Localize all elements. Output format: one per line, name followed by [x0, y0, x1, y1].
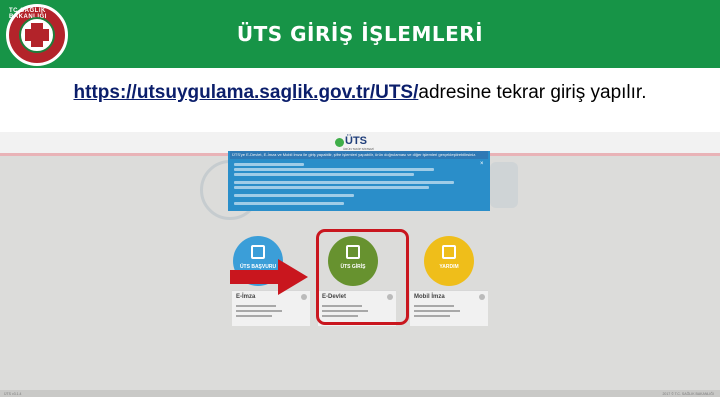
- popup-header: ÜTS'ye E-Devlet, E-İmza ve Mobil İmza il…: [230, 151, 488, 159]
- footer-version: ÜTS v3.1.4: [4, 392, 22, 396]
- popup-header-text: ÜTS'ye E-Devlet, E-İmza ve Mobil İmza il…: [232, 152, 477, 157]
- yardim-button[interactable]: YARDIM: [424, 236, 474, 286]
- slide-title: ÜTS GİRİŞ İŞLEMLERİ: [236, 22, 484, 46]
- popup-text-line: [234, 202, 344, 205]
- highlight-box: [316, 229, 409, 325]
- close-icon[interactable]: ×: [480, 161, 486, 167]
- popup-text-line: [234, 168, 434, 171]
- yardim-label: YARDIM: [439, 264, 459, 270]
- help-chat-icon: [442, 245, 456, 259]
- red-arrow-icon: [230, 259, 308, 295]
- uts-login-screenshot: ÜTS ÜRÜN TAKİP SİSTEMİ ÜTS'ye E-Devlet, …: [0, 132, 720, 397]
- footer-copyright: 2017 © T.C. SAĞLIK BAKANLIĞI: [662, 392, 714, 396]
- uts-logo-text: ÜTS: [345, 135, 367, 147]
- bottle-background-icon: [490, 162, 518, 208]
- instruction-text: https://utsuygulama.saglik.gov.tr/UTS/ad…: [20, 80, 700, 105]
- uts-logo-mark-icon: [335, 138, 344, 147]
- mobil-imza-title: Mobil İmza: [414, 294, 445, 300]
- info-popup: ÜTS'ye E-Devlet, E-İmza ve Mobil İmza il…: [228, 151, 490, 211]
- popup-text-line: [234, 163, 304, 166]
- slide-header: TC SAĞLIK BAKANLIĞI ÜTS GİRİŞ İŞLEMLERİ: [0, 0, 720, 68]
- uts-url-link[interactable]: https://utsuygulama.saglik.gov.tr/UTS/: [74, 82, 419, 103]
- popup-text-line: [234, 186, 429, 189]
- slide-footer: [0, 397, 720, 405]
- popup-text-line: [234, 194, 354, 197]
- info-icon[interactable]: [479, 294, 485, 300]
- popup-text-line: [234, 181, 454, 184]
- app-footer: [0, 390, 720, 397]
- mobil-imza-card[interactable]: Mobil İmza: [410, 290, 488, 326]
- popup-text-line: [234, 173, 414, 176]
- instruction-rest: adresine tekrar giriş yapılır.: [418, 82, 647, 103]
